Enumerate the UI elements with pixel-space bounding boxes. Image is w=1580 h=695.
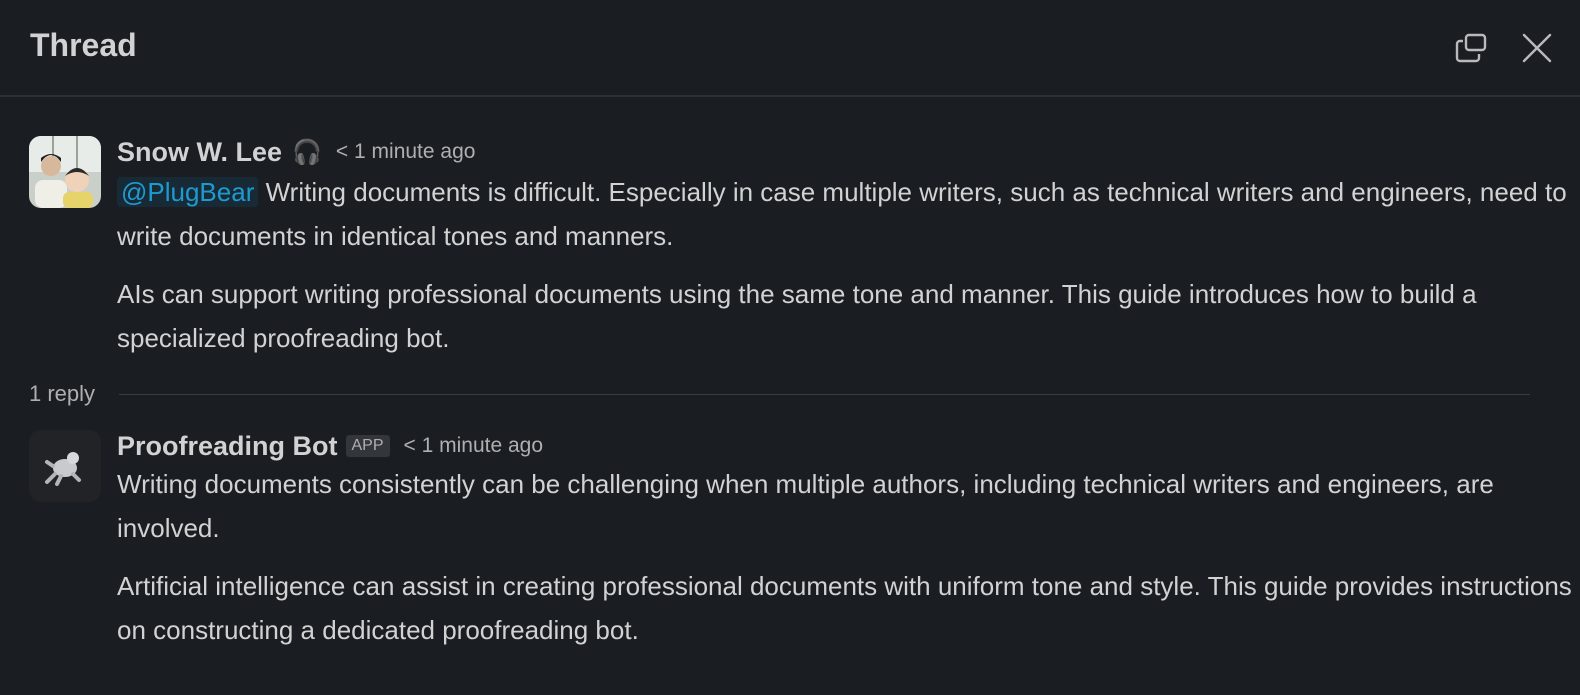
reply-message: Proofreading Bot APP < 1 minute ago Writ… (0, 430, 1580, 652)
app-badge: APP (345, 435, 390, 457)
reply-count: 1 reply (29, 381, 96, 406)
message-text: Writing documents is difficult. Especial… (117, 177, 1567, 251)
message-text: Writing documents consistently can be ch… (117, 469, 1494, 543)
author-name[interactable]: Snow W. Lee (117, 137, 282, 168)
author-name[interactable]: Proofreading Bot (117, 431, 338, 462)
message-text: AIs can support writing professional doc… (117, 279, 1477, 353)
thread-header: Thread (0, 0, 1580, 97)
open-in-window-icon[interactable] (1454, 32, 1488, 64)
timestamp[interactable]: < 1 minute ago (404, 434, 544, 458)
headphones-status-icon: 🎧 (292, 138, 322, 166)
divider (119, 393, 1530, 395)
message-text: Artificial intelligence can assist in cr… (117, 571, 1572, 645)
avatar[interactable] (29, 136, 101, 208)
close-icon[interactable] (1522, 33, 1552, 63)
bot-avatar[interactable] (29, 430, 101, 502)
mention-link[interactable]: @PlugBear (117, 177, 259, 207)
reply-count-divider: 1 reply (0, 374, 1580, 414)
thread-title: Thread (30, 27, 137, 63)
parent-message: Snow W. Lee 🎧 < 1 minute ago @PlugBear W… (0, 136, 1580, 360)
timestamp[interactable]: < 1 minute ago (336, 140, 476, 164)
